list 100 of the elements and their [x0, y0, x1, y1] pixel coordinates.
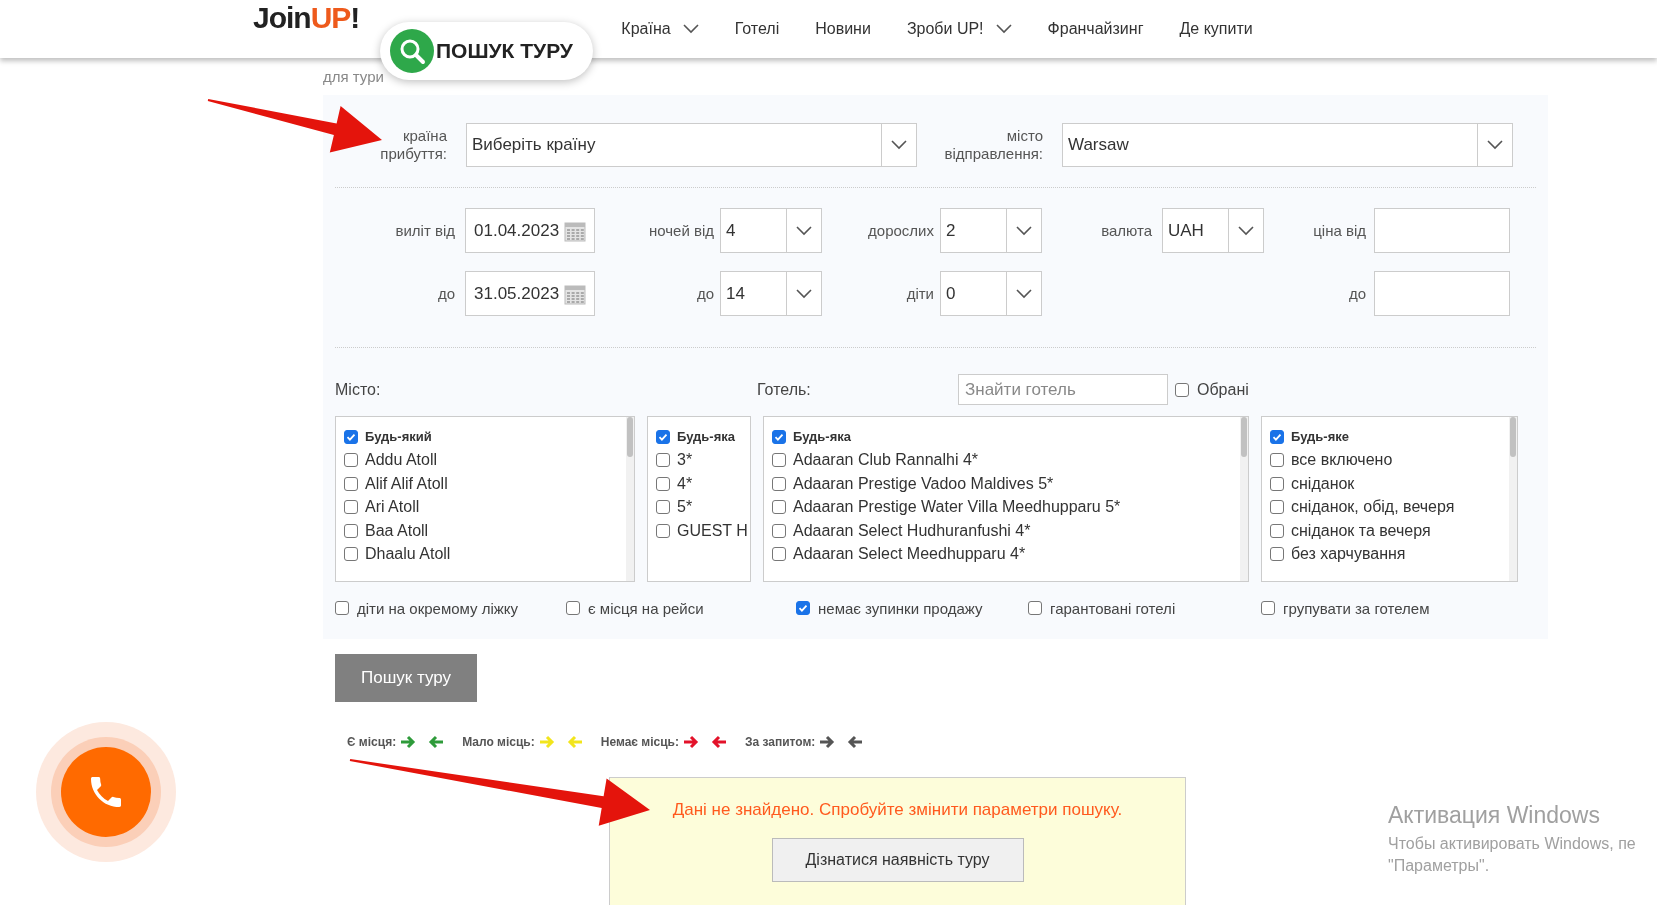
list-item[interactable]: сніданок та вечеря	[1291, 521, 1431, 540]
list-item[interactable]: сніданок	[1291, 474, 1355, 493]
calendar-icon	[564, 282, 586, 305]
nav-link[interactable]: Новини	[815, 20, 871, 38]
nav-link[interactable]: Готелі	[734, 20, 780, 38]
list-item[interactable]: Ari Atoll	[365, 498, 420, 517]
caret-icon	[682, 24, 699, 34]
checkbox[interactable]	[344, 547, 358, 562]
check-availability-button[interactable]: Дізнатися наявність туру	[771, 838, 1024, 882]
list-item[interactable]: 4*	[677, 474, 693, 493]
chevron-icon	[1016, 225, 1032, 236]
nav-link[interactable]: Франчайзинг	[1047, 20, 1144, 38]
search-button[interactable]: Пошук туру	[335, 654, 477, 702]
logo[interactable]: JoinUP!	[253, 1, 360, 35]
checkbox[interactable]	[1270, 523, 1284, 538]
list-item[interactable]: Adaaran Select Hudhuranfushi 4*	[793, 521, 1031, 540]
list-item[interactable]: GUEST H	[677, 521, 748, 540]
date-field[interactable]: 01.04.2023	[465, 208, 595, 253]
chevron-icon	[796, 225, 812, 236]
legend-label: За запитом:	[744, 735, 816, 749]
list-item[interactable]: Будь-яке	[1291, 429, 1349, 445]
list-item[interactable]: Будь-яка	[677, 429, 735, 445]
legend-label: Мало місць:	[462, 735, 535, 749]
checkbox-label: є місця на рейси	[588, 599, 704, 617]
checkbox-label: немає зупинки продажу	[818, 599, 983, 617]
field-label: країна прибуття:	[380, 127, 447, 163]
list-item[interactable]: сніданок, обід, вечеря	[1291, 498, 1455, 517]
scrollbar-thumb[interactable]	[1241, 417, 1247, 457]
list-item[interactable]: Будь-який	[365, 429, 432, 445]
list-item[interactable]: Adaaran Select Meedhupparu 4*	[793, 545, 1026, 564]
checkbox[interactable]	[656, 500, 670, 515]
price-field[interactable]	[1374, 271, 1510, 316]
list-item[interactable]: Alif Alif Atoll	[365, 474, 448, 493]
nav-link[interactable]: Де купити	[1179, 20, 1253, 38]
dropdown[interactable]: 4	[720, 208, 822, 253]
list-item[interactable]: все включено	[1291, 451, 1393, 470]
checkbox[interactable]	[566, 601, 580, 615]
checkbox[interactable]	[1175, 382, 1189, 397]
checkbox[interactable]	[1028, 601, 1042, 615]
checkbox[interactable]	[772, 547, 786, 562]
list-item[interactable]: Addu Atoll	[365, 451, 438, 470]
checkbox[interactable]	[344, 523, 358, 538]
checkbox[interactable]	[656, 453, 670, 468]
checkbox[interactable]	[344, 429, 358, 444]
chevron-icon	[1016, 288, 1032, 299]
list-item[interactable]: Adaaran Club Rannalhi 4*	[793, 451, 978, 470]
nav-link[interactable]: Зроби UP!	[906, 20, 1012, 38]
city-dropdown[interactable]: Warsaw	[1062, 123, 1513, 167]
country-dropdown[interactable]: Виберіть країну	[466, 123, 917, 167]
activation-text: "Параметры".	[1388, 857, 1491, 875]
scrollbar-thumb[interactable]	[1510, 417, 1516, 457]
list-item[interactable]: Dhaalu Atoll	[365, 545, 451, 564]
checkbox[interactable]	[344, 476, 358, 491]
checkbox[interactable]	[772, 523, 786, 538]
list-item[interactable]: Adaaran Prestige Water Villa Meedhupparu 5*	[793, 498, 1121, 517]
list-item[interactable]: Будь-яка	[793, 429, 851, 445]
section-label: Готель:	[757, 380, 812, 399]
field-label: дорослих	[868, 221, 934, 240]
field-label: виліт від	[395, 221, 455, 240]
field-label: до	[696, 284, 714, 303]
checkbox[interactable]	[335, 601, 349, 615]
dropdown[interactable]: UAH	[1162, 208, 1264, 253]
legend-label: Є місця:	[347, 735, 397, 749]
scrollbar-thumb[interactable]	[627, 417, 633, 457]
field-label: ночей від	[648, 221, 714, 240]
checkbox[interactable]	[656, 523, 670, 538]
checkbox[interactable]	[796, 601, 810, 615]
list-item[interactable]: Adaaran Prestige Vadoo Maldives 5*	[793, 474, 1054, 493]
dropdown[interactable]: 0	[940, 271, 1042, 316]
checkbox[interactable]	[772, 500, 786, 515]
checkbox[interactable]	[1270, 429, 1284, 444]
checkbox[interactable]	[344, 453, 358, 468]
checkbox[interactable]	[1270, 453, 1284, 468]
checkbox[interactable]	[656, 476, 670, 491]
checkbox-label: діти на окремому ліжку	[357, 599, 519, 617]
list-item[interactable]: 3*	[677, 451, 693, 470]
nav-link[interactable]: Країна	[621, 20, 699, 38]
list-item[interactable]: без харчування	[1291, 545, 1406, 564]
price-field[interactable]	[1374, 208, 1510, 253]
date-field[interactable]: 31.05.2023	[465, 271, 595, 316]
checkbox[interactable]	[344, 500, 358, 515]
checkbox-label: групувати за готелем	[1283, 599, 1430, 617]
list-item[interactable]: 5*	[677, 498, 693, 517]
search-icon	[390, 29, 434, 73]
field-label: валюта	[1101, 221, 1152, 240]
hotel-search-field[interactable]: Знайти готель	[958, 374, 1168, 405]
checkbox[interactable]	[1270, 476, 1284, 491]
checkbox[interactable]	[1270, 547, 1284, 562]
list-item[interactable]: Baa Atoll	[365, 521, 429, 540]
checkbox[interactable]	[1261, 601, 1275, 615]
field-label: до	[1348, 284, 1366, 303]
checkbox-label: Обрані	[1197, 380, 1249, 399]
checkbox[interactable]	[772, 476, 786, 491]
checkbox[interactable]	[772, 453, 786, 468]
dropdown[interactable]: 2	[940, 208, 1042, 253]
checkbox[interactable]	[656, 429, 670, 444]
dropdown[interactable]: 14	[720, 271, 822, 316]
checkbox[interactable]	[1270, 500, 1284, 515]
no-results-message: Дані не знайдено. Спробуйте змінити параметри пошуку.	[672, 800, 1123, 820]
checkbox[interactable]	[772, 429, 786, 444]
